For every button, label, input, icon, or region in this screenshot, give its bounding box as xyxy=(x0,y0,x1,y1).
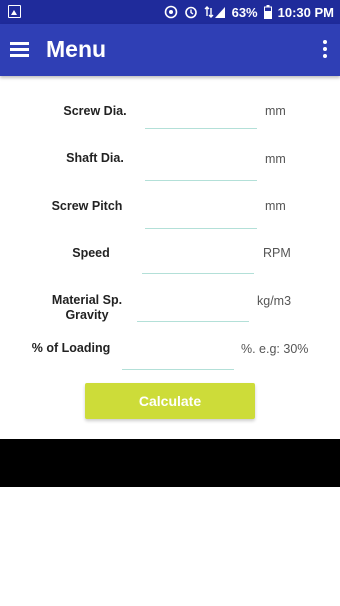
page-title: Menu xyxy=(46,36,107,62)
screw-dia-label: Screw Dia. xyxy=(63,104,127,118)
shaft-dia-unit: mm xyxy=(265,152,286,166)
status-icons: 63% 10:30 PM xyxy=(164,3,334,21)
battery-percent: 63% xyxy=(231,4,258,20)
app-bar: Menu xyxy=(0,24,340,76)
shaft-dia-label: Shaft Dia. xyxy=(66,151,124,165)
screw-pitch-input[interactable] xyxy=(145,208,257,229)
calculate-button[interactable]: Calculate xyxy=(85,383,255,419)
loading-percent-label: % of Loading xyxy=(31,341,111,355)
alarm-icon xyxy=(184,6,197,19)
overflow-menu-icon[interactable] xyxy=(322,40,328,60)
battery-icon xyxy=(263,5,272,19)
speed-label: Speed xyxy=(72,246,110,260)
hotspot-icon xyxy=(164,5,177,19)
clock: 10:30 PM xyxy=(277,4,334,20)
loading-percent-unit: %. e.g: 30% xyxy=(241,342,309,356)
ad-banner[interactable] xyxy=(0,439,340,487)
screw-pitch-unit: mm xyxy=(265,199,286,213)
screw-dia-unit: mm xyxy=(265,104,286,118)
shaft-dia-input[interactable] xyxy=(145,160,257,181)
image-notification-icon xyxy=(8,5,21,18)
screw-dia-input[interactable] xyxy=(145,108,257,129)
hamburger-menu-icon[interactable] xyxy=(10,39,30,59)
screw-pitch-label: Screw Pitch xyxy=(51,199,123,213)
speed-unit: RPM xyxy=(263,246,291,260)
loading-percent-input[interactable] xyxy=(122,349,234,370)
material-sp-gravity-input[interactable] xyxy=(137,301,249,322)
status-bar: 63% 10:30 PM xyxy=(0,0,340,24)
material-sp-gravity-unit: kg/m3 xyxy=(257,294,292,308)
speed-input[interactable] xyxy=(142,253,254,274)
data-signal-icon xyxy=(204,6,225,18)
material-sp-gravity-label: Material Sp. Gravity xyxy=(51,293,123,322)
